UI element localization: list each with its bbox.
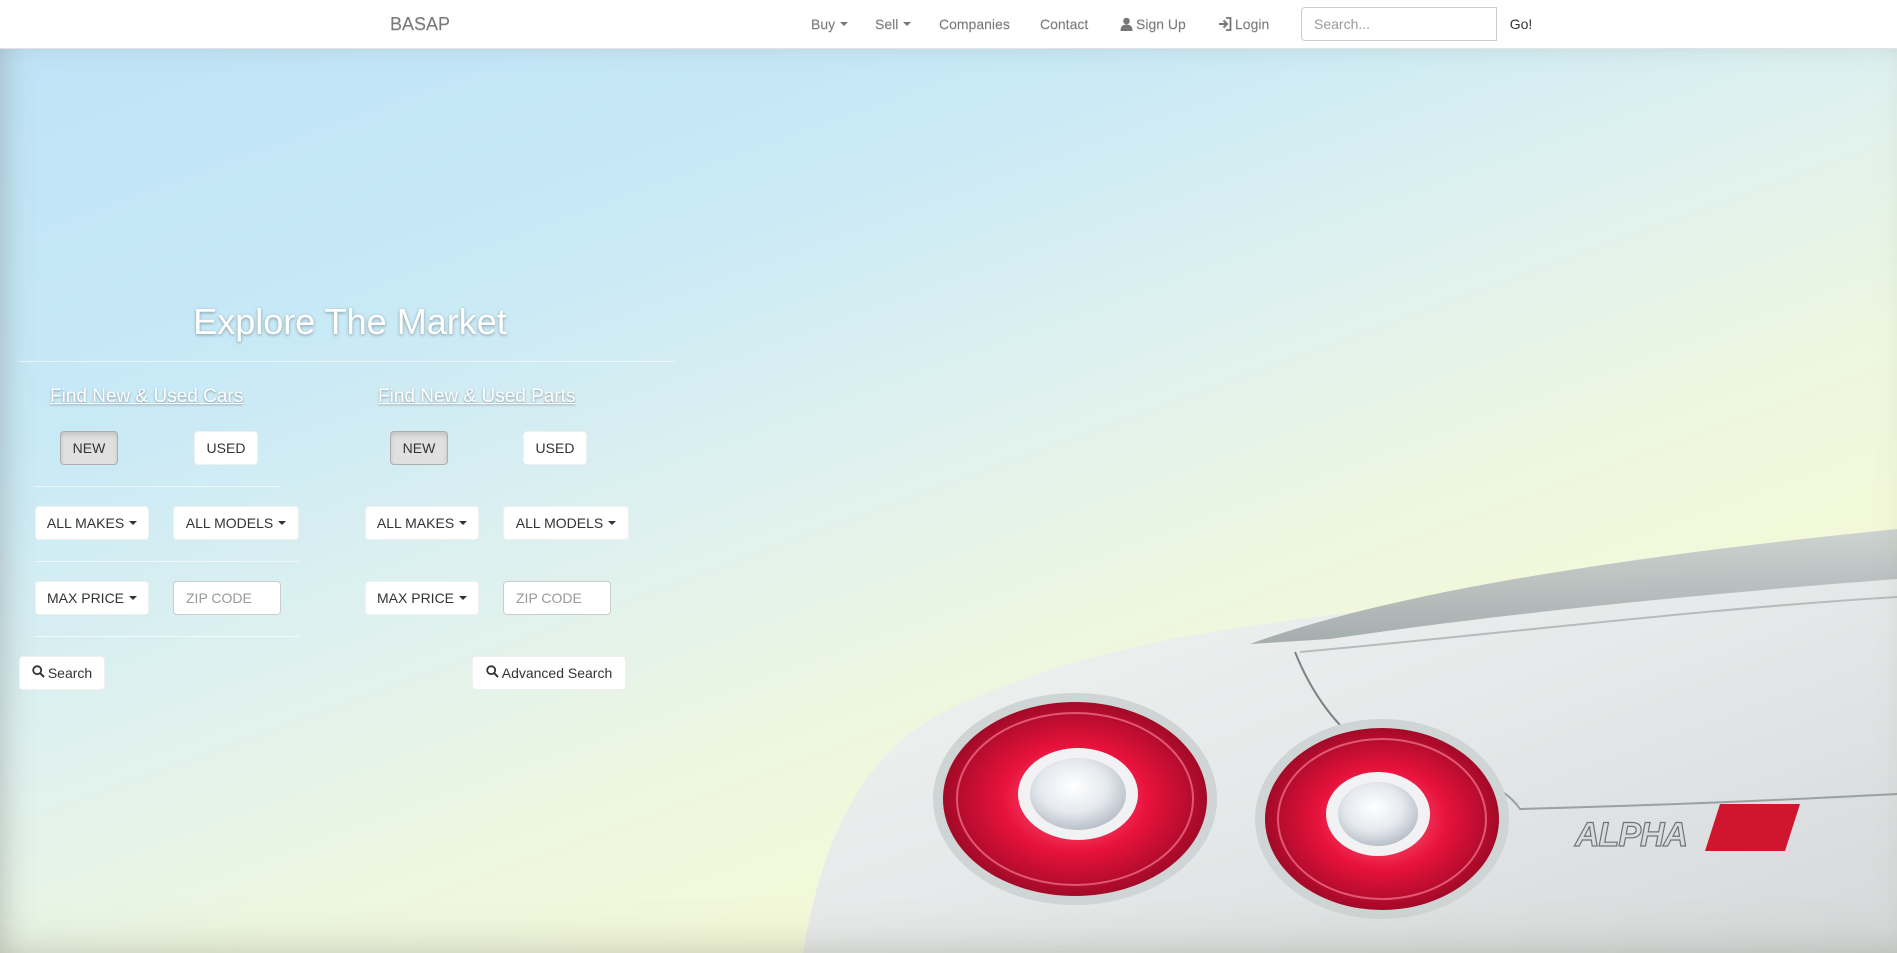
- brand-logo-link[interactable]: BASAP: [390, 14, 450, 35]
- caret-down-icon: [840, 22, 849, 26]
- caret-down-icon: [278, 521, 287, 525]
- top-navbar: BASAP Buy Sell Companies Contact Sign Up: [0, 0, 1897, 49]
- cars-section-heading[interactable]: Find New & Used Cars: [50, 386, 243, 408]
- parts-all-models-dropdown[interactable]: ALL MODELS: [503, 506, 629, 540]
- cars-all-models-dropdown[interactable]: ALL MODELS: [173, 506, 299, 540]
- divider: [35, 636, 300, 637]
- search-button-label: Search: [47, 665, 93, 681]
- parts-all-makes-dropdown[interactable]: ALL MAKES: [365, 506, 479, 540]
- nav-sell-label: Sell: [875, 16, 899, 32]
- divider: [19, 361, 675, 362]
- search-button[interactable]: Search: [19, 656, 105, 690]
- search-icon: [32, 665, 45, 681]
- search-icon: [486, 665, 499, 681]
- nav-login-label: Login: [1235, 16, 1270, 32]
- hero-title: Explore The Market: [193, 301, 507, 342]
- nav-sell-dropdown[interactable]: Sell: [875, 16, 912, 32]
- caret-down-icon: [459, 521, 468, 525]
- nav-signup-label: Sign Up: [1136, 16, 1186, 32]
- parts-all-makes-label: ALL MAKES: [376, 515, 455, 531]
- cars-zip-code-input[interactable]: [173, 581, 281, 615]
- cars-all-makes-dropdown[interactable]: ALL MAKES: [35, 506, 149, 540]
- divider: [35, 561, 300, 562]
- nav-login-link[interactable]: Login: [1218, 16, 1269, 32]
- search-go-button[interactable]: Go!: [1497, 7, 1545, 41]
- parts-all-models-label: ALL MODELS: [515, 515, 604, 531]
- caret-down-icon: [129, 521, 138, 525]
- parts-used-toggle[interactable]: USED: [523, 431, 587, 465]
- parts-zip-code-input[interactable]: [503, 581, 611, 615]
- advanced-search-button[interactable]: Advanced Search: [472, 656, 626, 690]
- nav-buy-label: Buy: [811, 16, 836, 32]
- nav-contact-link[interactable]: Contact: [1040, 16, 1088, 32]
- caret-down-icon: [608, 521, 617, 525]
- parts-new-toggle[interactable]: NEW: [390, 431, 448, 465]
- car-rear-background-image: ALPHA: [803, 529, 1897, 953]
- parts-max-price-label: MAX PRICE: [377, 590, 455, 606]
- cars-new-toggle[interactable]: NEW: [60, 431, 118, 465]
- cars-used-toggle[interactable]: USED: [194, 431, 258, 465]
- parts-section-heading[interactable]: Find New & Used Parts: [378, 386, 575, 408]
- nav-buy-dropdown[interactable]: Buy: [811, 16, 849, 32]
- parts-max-price-dropdown[interactable]: MAX PRICE: [365, 581, 479, 615]
- nav-companies-link[interactable]: Companies: [939, 16, 1010, 32]
- nav-companies-label: Companies: [939, 16, 1010, 32]
- advanced-search-label: Advanced Search: [501, 665, 613, 681]
- caret-down-icon: [903, 22, 912, 26]
- cars-max-price-dropdown[interactable]: MAX PRICE: [35, 581, 149, 615]
- cars-max-price-label: MAX PRICE: [47, 590, 125, 606]
- caret-down-icon: [459, 596, 468, 600]
- caret-down-icon: [129, 596, 138, 600]
- user-icon: [1120, 17, 1133, 31]
- nav-signup-link[interactable]: Sign Up: [1120, 16, 1186, 32]
- search-input[interactable]: [1301, 7, 1497, 41]
- cars-all-models-label: ALL MODELS: [185, 515, 274, 531]
- cars-all-makes-label: ALL MAKES: [46, 515, 125, 531]
- log-in-icon: [1218, 17, 1232, 31]
- nav-contact-label: Contact: [1040, 16, 1089, 32]
- hero-section: ALPHA Explore The Market: [0, 49, 1897, 953]
- divider: [35, 486, 280, 487]
- svg-text:ALPHA: ALPHA: [1574, 816, 1687, 854]
